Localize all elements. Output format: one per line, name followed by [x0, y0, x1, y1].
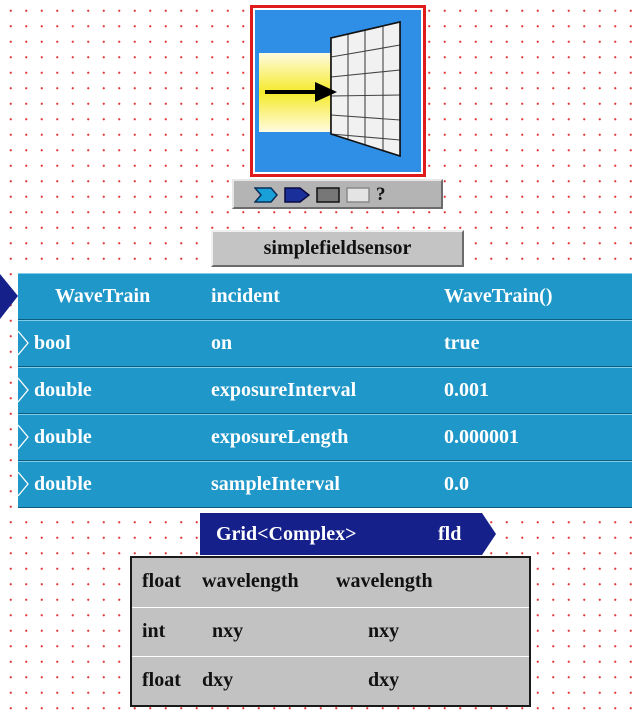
parameter-row[interactable]: double exposureInterval 0.001 [18, 367, 632, 414]
parameter-list: WaveTrain incident WaveTrain() bool on t… [0, 273, 632, 511]
output-name: fld [438, 523, 462, 545]
module-icon-tile[interactable] [250, 5, 426, 177]
param-type: WaveTrain [55, 285, 151, 307]
sub-param-value[interactable]: dxy [368, 669, 399, 692]
param-type: double [34, 379, 92, 401]
param-name: on [211, 332, 233, 354]
output-type: Grid<Complex> [216, 523, 357, 545]
output-port[interactable]: Grid<Complex> fld [200, 513, 496, 555]
param-value[interactable]: 0.0 [444, 473, 469, 496]
param-value[interactable]: true [444, 332, 480, 355]
param-name: exposureInterval [211, 379, 357, 401]
input-port-icon[interactable] [0, 274, 20, 319]
parameter-row[interactable]: double exposureLength 0.000001 [18, 414, 632, 461]
param-value[interactable]: 0.001 [444, 379, 489, 402]
sub-param-name: dxy [202, 669, 234, 691]
param-name: sampleInterval [211, 473, 340, 495]
sub-param-type: float [142, 570, 181, 592]
sub-param-name: nxy [212, 620, 244, 642]
help-button[interactable]: ? [376, 184, 386, 206]
sub-param-row[interactable]: float dxy dxy [132, 656, 529, 706]
param-value[interactable]: WaveTrain() [444, 285, 553, 308]
param-type: double [34, 473, 92, 495]
parameter-row[interactable]: WaveTrain incident WaveTrain() [0, 273, 632, 320]
output-parameter-table: float wavelength wavelength int nxy nxy … [130, 556, 531, 707]
sub-param-name: wavelength [202, 570, 299, 592]
param-name: exposureLength [211, 426, 349, 448]
sub-param-row[interactable]: int nxy nxy [132, 607, 529, 657]
params-box-icon[interactable] [316, 187, 340, 203]
param-type: bool [34, 332, 71, 354]
module-title-label: simplefieldsensor [263, 237, 412, 259]
param-type: double [34, 426, 92, 448]
sub-param-value[interactable]: nxy [368, 620, 399, 643]
sub-param-row[interactable]: float wavelength wavelength [132, 558, 529, 607]
sub-param-value[interactable]: wavelength [336, 570, 433, 593]
param-value[interactable]: 0.000001 [444, 426, 519, 449]
module-control-strip: ? [232, 179, 443, 209]
parameter-row[interactable]: double sampleInterval 0.0 [18, 461, 632, 508]
output-port-icon[interactable] [284, 187, 310, 203]
sub-param-type: float [142, 669, 181, 691]
module-title[interactable]: simplefieldsensor [211, 230, 464, 267]
parameter-row[interactable]: bool on true [18, 320, 632, 367]
field-sensor-grid-icon [259, 21, 401, 158]
blank-box-icon[interactable] [346, 187, 370, 203]
input-port-icon[interactable] [254, 187, 278, 203]
param-name: incident [211, 285, 280, 307]
sub-param-type: int [142, 620, 166, 642]
